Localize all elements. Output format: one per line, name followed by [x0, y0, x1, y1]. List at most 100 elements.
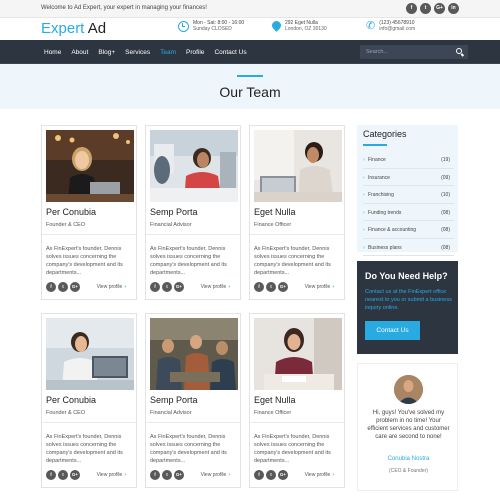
- card-social-links: f t G+: [46, 282, 80, 292]
- view-profile-link[interactable]: View profile ›: [97, 284, 126, 290]
- card-social-links: f t G+: [150, 470, 184, 480]
- facebook-icon[interactable]: f: [254, 470, 264, 480]
- view-profile-label: View profile: [304, 472, 331, 478]
- team-member-role: Founder & CEO: [46, 410, 86, 416]
- category-item[interactable]: Finance & accounting (08): [363, 221, 454, 239]
- view-profile-link[interactable]: View profile ›: [201, 472, 230, 478]
- nav-about[interactable]: About: [68, 49, 95, 56]
- contact-us-button[interactable]: Contact Us: [365, 321, 420, 340]
- linkedin-icon[interactable]: in: [448, 3, 459, 14]
- category-label: Franchising: [363, 192, 394, 198]
- google-plus-icon[interactable]: G+: [278, 470, 288, 480]
- twitter-icon[interactable]: t: [58, 470, 68, 480]
- team-member-photo[interactable]: [150, 130, 238, 202]
- category-item[interactable]: Insurance (09): [363, 169, 454, 186]
- nav-home[interactable]: Home: [41, 49, 68, 56]
- nav-services[interactable]: Services: [122, 49, 157, 56]
- team-member-name: Semp Porta: [150, 395, 198, 405]
- view-profile-label: View profile: [96, 472, 123, 478]
- category-count: (10): [441, 192, 450, 198]
- google-plus-icon[interactable]: G+: [174, 282, 184, 292]
- team-member-bio: As FinExpert's founder, Dennis solves is…: [46, 246, 123, 276]
- team-member-bio: As FinExpert's founder, Dennis solves is…: [46, 434, 123, 464]
- team-member-name: Per Conubia: [46, 395, 97, 405]
- nav-blog[interactable]: Blog+: [95, 49, 122, 56]
- clock-icon: [178, 20, 189, 32]
- team-member-role: Financial Advisor: [150, 410, 192, 416]
- card-divider: [146, 234, 240, 235]
- top-social-links: f t G+ in: [406, 3, 459, 14]
- main-navigation: Home About Blog+ Services Team Profile C…: [0, 40, 500, 64]
- google-plus-icon[interactable]: G+: [174, 470, 184, 480]
- twitter-icon[interactable]: t: [266, 282, 276, 292]
- team-member-name: Eget Nulla: [254, 395, 296, 405]
- team-card: Eget Nulla Finance Officer As FinExpert'…: [249, 313, 345, 488]
- category-count: (08): [441, 244, 450, 251]
- email-address[interactable]: info@gmail.com: [379, 26, 415, 32]
- category-item[interactable]: Finance (19): [363, 151, 454, 169]
- categories-widget: Categories Finance (19) Insurance (09) Fra…: [357, 125, 458, 256]
- search-box[interactable]: Search...: [360, 45, 468, 59]
- phone-icon: ✆: [366, 19, 376, 32]
- help-widget: Do You Need Help? Contact us at the FinE…: [357, 261, 458, 354]
- address: 292 Eget Nulla London, OZ 30130: [272, 20, 327, 32]
- view-profile-link[interactable]: View profile ›: [97, 472, 126, 478]
- twitter-icon[interactable]: t: [58, 282, 68, 292]
- google-plus-icon[interactable]: G+: [70, 282, 80, 292]
- card-divider: [250, 422, 344, 423]
- category-label: Finance: [363, 157, 386, 163]
- category-item[interactable]: Funding trends (08): [363, 204, 454, 221]
- categories-list: Finance (19) Insurance (09) Franchising (10…: [363, 151, 454, 256]
- logo[interactable]: Expert Ad: [41, 20, 106, 37]
- team-member-photo[interactable]: [254, 130, 342, 202]
- view-profile-label: View profile: [200, 284, 227, 290]
- nav-contact-us[interactable]: Contact Us: [211, 49, 253, 56]
- facebook-icon[interactable]: f: [46, 282, 56, 292]
- google-plus-icon[interactable]: G+: [434, 3, 445, 14]
- help-text: Contact us at the FinExpert office neare…: [365, 289, 452, 311]
- testimonial-quote: Hi, guys! You've solved my problem in no…: [367, 410, 450, 440]
- category-label: Business plans: [363, 245, 402, 251]
- team-member-photo[interactable]: [150, 318, 238, 390]
- view-profile-link[interactable]: View profile ›: [201, 284, 230, 290]
- team-member-photo[interactable]: [254, 318, 342, 390]
- category-count: (08): [441, 209, 450, 216]
- category-item[interactable]: Business plans (08): [363, 239, 454, 256]
- view-profile-link[interactable]: View profile ›: [305, 472, 334, 478]
- welcome-text: Welcome to Ad Expert, your expert in man…: [41, 5, 207, 11]
- twitter-icon[interactable]: t: [162, 282, 172, 292]
- avatar: [394, 375, 423, 404]
- search-icon[interactable]: [456, 48, 462, 54]
- view-profile-link[interactable]: View profile ›: [305, 284, 334, 290]
- team-member-role: Finance Officer: [254, 222, 292, 228]
- search-input[interactable]: Search...: [366, 49, 388, 55]
- facebook-icon[interactable]: f: [150, 470, 160, 480]
- facebook-icon[interactable]: f: [254, 282, 264, 292]
- chevron-right-icon: ›: [332, 472, 334, 478]
- facebook-icon[interactable]: f: [46, 470, 56, 480]
- opening-hours: Mon - Sat: 8:00 - 16:00 Sunday CLOSED: [178, 20, 244, 32]
- team-member-role: Financial Advisor: [150, 222, 192, 228]
- team-member-name: Semp Porta: [150, 207, 198, 217]
- twitter-icon[interactable]: t: [162, 470, 172, 480]
- card-social-links: f t G+: [46, 470, 80, 480]
- twitter-icon[interactable]: t: [420, 3, 431, 14]
- nav-profile[interactable]: Profile: [183, 49, 211, 56]
- location-pin-icon: [272, 21, 281, 32]
- team-member-photo[interactable]: [46, 130, 134, 202]
- team-member-role: Finance Officer: [254, 410, 292, 416]
- facebook-icon[interactable]: f: [150, 282, 160, 292]
- google-plus-icon[interactable]: G+: [278, 282, 288, 292]
- nav-team[interactable]: Team: [157, 49, 183, 56]
- twitter-icon[interactable]: t: [266, 470, 276, 480]
- category-count: (09): [441, 174, 450, 181]
- category-item[interactable]: Franchising (10): [363, 186, 454, 204]
- google-plus-icon[interactable]: G+: [70, 470, 80, 480]
- view-profile-label: View profile: [304, 284, 331, 290]
- team-member-photo[interactable]: [46, 318, 134, 390]
- facebook-icon[interactable]: f: [406, 3, 417, 14]
- team-member-name: Eget Nulla: [254, 207, 296, 217]
- testimonial-author: Conubia Nostra: [387, 456, 430, 462]
- team-member-name: Per Conubia: [46, 207, 97, 217]
- category-label: Insurance: [363, 175, 390, 181]
